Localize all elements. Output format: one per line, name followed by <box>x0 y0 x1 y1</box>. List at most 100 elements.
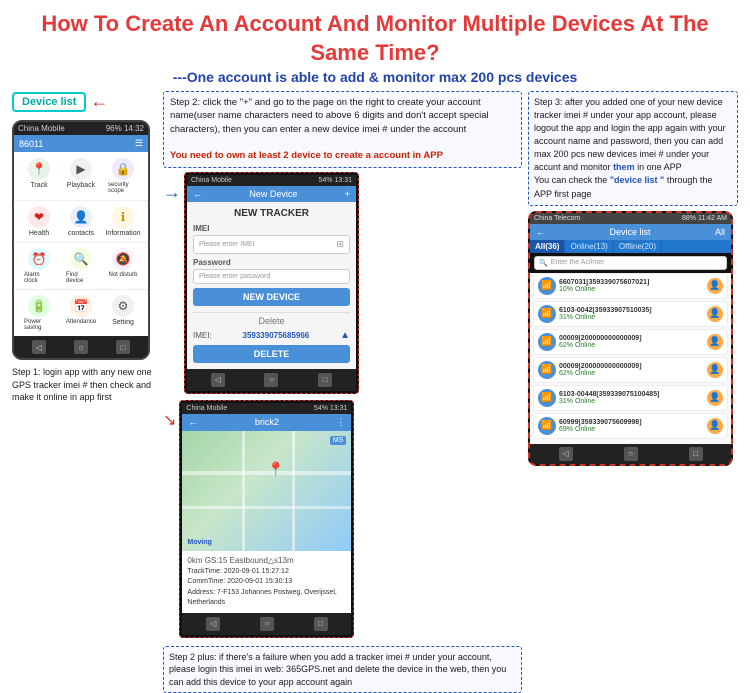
map-status-bar: China Mobile 54% 13:31 <box>182 403 351 414</box>
list-item[interactable]: 📶 00009[200000000000009] 62% Online 👤 <box>533 329 728 355</box>
map-nav-recent[interactable]: □ <box>314 617 328 631</box>
setting-icon: ⚙ <box>112 295 134 317</box>
attendance-icon-item[interactable]: 📅 Attendance <box>66 295 96 331</box>
icons-row-2: ❤ Health 👤 contacts ℹ Information <box>14 201 148 243</box>
map-nav: ◁ ○ □ <box>182 613 351 635</box>
setting-icon-item[interactable]: ⚙ Setting <box>108 295 138 331</box>
map-nav-back[interactable]: ◁ <box>206 617 220 631</box>
alarm-icon-item[interactable]: ⏰ Alarm clock <box>24 248 54 284</box>
dl-tab-offline[interactable]: Offline(20) <box>614 240 662 253</box>
nd-top-bar: ← New Device + <box>187 186 356 202</box>
not-disturb-icon-item[interactable]: 🔕 Not disturb <box>108 248 138 284</box>
icons-row-3: ⏰ Alarm clock 🔍 Find device 🔕 Not distur… <box>14 243 148 290</box>
dl-nav-recent[interactable]: □ <box>689 447 703 461</box>
map-nav-home[interactable]: ○ <box>260 617 274 631</box>
dl-tab-online[interactable]: Online(13) <box>565 240 613 253</box>
arrow-to-new-device-icon: → <box>163 182 181 203</box>
map-info: 0km GS:15 Eastbound△s13m TrackTime: 2020… <box>182 551 351 613</box>
arrow-right-icon: ← <box>90 91 108 112</box>
left-phone-col: Device list ← China Mobile 96% 14:32 860… <box>12 91 157 651</box>
track-icon-item[interactable]: 📍 Track <box>24 158 54 194</box>
dl-wifi-icon: 📶 <box>538 305 556 323</box>
power-saving-icon-item[interactable]: 🔋 Power saving <box>24 295 54 331</box>
page-wrapper: How To Create An Account And Monitor Mul… <box>0 0 750 647</box>
step3-them-highlight: them <box>613 162 635 172</box>
map-road-h2 <box>182 506 351 509</box>
playback-icon: ▶ <box>70 158 92 180</box>
nd-new-device-btn[interactable]: NEW DEVICE <box>193 288 350 306</box>
contacts-icon-item[interactable]: 👤 contacts <box>66 206 96 237</box>
nd-nav-recent[interactable]: □ <box>318 373 332 387</box>
nd-imei-row: IMEI: 359339075685966 ▲ <box>193 330 350 341</box>
map-phone: China Mobile 54% 13:31 ← brick2 ⋮ <box>179 400 354 638</box>
list-item[interactable]: 📶 6103-0042[35933907510035] 31% Online 👤 <box>533 301 728 327</box>
dl-nav-back[interactable]: ◁ <box>559 447 573 461</box>
middle-col: Step 2: click the "+" and go to the page… <box>163 91 522 651</box>
health-icon-item[interactable]: ❤ Health <box>24 206 54 237</box>
left-phone-top-bar: 86011 ☰ <box>14 135 148 152</box>
security-icon-item[interactable]: 🔒 security scope <box>108 158 138 194</box>
dl-search-bar[interactable]: 🔍 Enter the Ac/imei <box>534 256 727 270</box>
step1-text: Step 1: login app with any new one GPS t… <box>12 366 157 404</box>
map-road-v2 <box>292 431 295 551</box>
map-screen: 📍 MS Moving <box>182 431 351 551</box>
icons-row-4: 🔋 Power saving 📅 Attendance ⚙ Setting <box>14 290 148 336</box>
nav-home[interactable]: ○ <box>74 340 88 354</box>
nav-recent[interactable]: □ <box>116 340 130 354</box>
nd-imei-input[interactable]: Please enter IMEI ⊞ <box>193 235 350 254</box>
dl-item-avatar: 👤 <box>707 278 723 294</box>
dl-nav: ◁ ○ □ <box>530 444 731 464</box>
page-subtitle: ---One account is able to add & monitor … <box>12 69 738 85</box>
list-item[interactable]: 📶 6103-00448[359339075100485] 31% Online… <box>533 385 728 411</box>
dl-nav-home[interactable]: ○ <box>624 447 638 461</box>
dl-item-info: 00009[200000000000009] 62% Online <box>559 363 704 377</box>
dl-item-info: 00009[200000000000009] 62% Online <box>559 335 704 349</box>
step3-text-box: Step 3: after you added one of your new … <box>528 91 738 205</box>
list-item[interactable]: 📶 00009[200000000000009] 62% Online 👤 <box>533 357 728 383</box>
information-icon-item[interactable]: ℹ Information <box>108 206 138 237</box>
title-section: How To Create An Account And Monitor Mul… <box>12 10 738 85</box>
nd-nav: ◁ ○ □ <box>187 369 356 391</box>
page-title: How To Create An Account And Monitor Mul… <box>12 10 738 67</box>
attendance-icon: 📅 <box>70 295 92 317</box>
contacts-icon: 👤 <box>70 206 92 228</box>
new-device-phone: China Mobile 54% 13:31 ← New Device + NE… <box>184 172 359 394</box>
content-area: Device list ← China Mobile 96% 14:32 860… <box>12 91 738 651</box>
arrow-to-map-icon: ↘ <box>163 410 176 430</box>
dl-item-avatar: 👤 <box>707 390 723 406</box>
information-icon: ℹ <box>112 206 134 228</box>
nd-nav-home[interactable]: ○ <box>264 373 278 387</box>
dl-item-avatar: 👤 <box>707 306 723 322</box>
dl-filter-tabs: All(36) Online(13) Offline(20) <box>530 240 731 253</box>
step2plus-text-box: Step 2 plus: if there's a failure when y… <box>163 646 522 693</box>
security-icon: 🔒 <box>112 158 134 180</box>
health-icon: ❤ <box>28 206 50 228</box>
step3-device-list-ref: "device list " <box>610 175 665 185</box>
nd-delete-btn[interactable]: DELETE <box>193 345 350 363</box>
list-item[interactable]: 📶 6607031[359339075607021] 10% Online 👤 <box>533 273 728 299</box>
step2-highlight: You need to own at least 2 device to cre… <box>170 150 443 161</box>
dl-status-bar: China Telecom 88% 11:42 AM <box>530 213 731 224</box>
dl-item-info: 6103-0042[35933907510035] 31% Online <box>559 307 704 321</box>
left-phone-nav: ◁ ○ □ <box>14 336 148 358</box>
dl-tab-all[interactable]: All(36) <box>530 240 565 253</box>
playback-icon-item[interactable]: ▶ Playback <box>66 158 96 194</box>
nd-password-input[interactable]: Please enter password <box>193 269 350 284</box>
map-moving-label: Moving <box>187 539 212 546</box>
nd-status-bar: China Mobile 54% 13:31 <box>187 175 356 186</box>
left-phone: China Mobile 96% 14:32 86011 ☰ 📍 Trac <box>12 120 150 360</box>
dl-wifi-icon: 📶 <box>538 361 556 379</box>
track-icon: 📍 <box>28 158 50 180</box>
find-device-icon-item[interactable]: 🔍 Find device <box>66 248 96 284</box>
list-item[interactable]: 📶 60999[359339075609998] 69% Online 👤 <box>533 413 728 439</box>
nav-back[interactable]: ◁ <box>32 340 46 354</box>
dl-device-list: 📶 6607031[359339075607021] 10% Online 👤 … <box>530 273 731 444</box>
dl-item-info: 6607031[359339075607021] 10% Online <box>559 279 704 293</box>
map-background: 📍 MS Moving <box>182 431 351 551</box>
nd-nav-back[interactable]: ◁ <box>211 373 225 387</box>
left-phone-screen: 86011 ☰ 📍 Track ▶ Playback <box>14 135 148 336</box>
dl-item-avatar: 👤 <box>707 362 723 378</box>
icons-row-1: 📍 Track ▶ Playback 🔒 security scope <box>14 152 148 201</box>
dl-item-info: 6103-00448[359339075100485] 31% Online <box>559 391 704 405</box>
nd-location-icon: ▲ <box>340 330 350 341</box>
